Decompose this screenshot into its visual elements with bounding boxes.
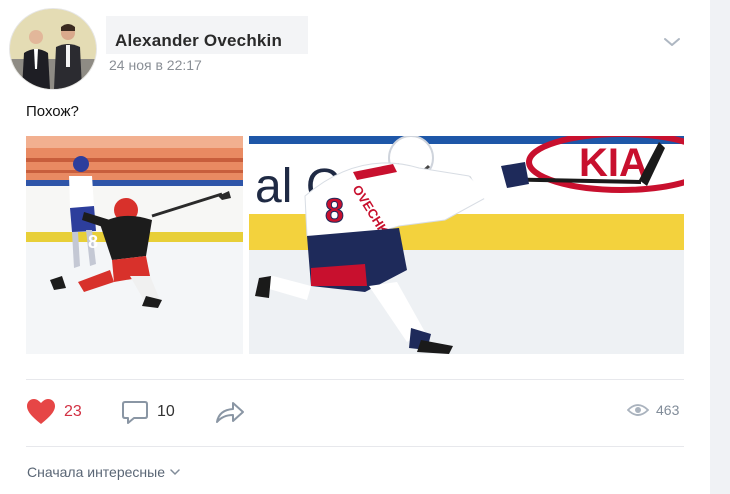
comments-divider <box>26 446 684 447</box>
post-photo-2[interactable]: al C KIA OVECHKIN 8 <box>249 136 684 354</box>
post-date[interactable]: 24 ноя в 22:17 <box>109 57 202 73</box>
page-background-strip <box>710 0 730 494</box>
avatar-image <box>10 9 96 89</box>
photo-2-jersey-number: 8 <box>325 192 344 230</box>
share-icon <box>216 402 244 423</box>
like-button[interactable]: 23 <box>26 398 82 426</box>
author-avatar[interactable] <box>10 9 96 89</box>
share-button[interactable] <box>214 398 246 426</box>
author-name[interactable]: Alexander Ovechkin <box>115 31 282 51</box>
post-photo-1[interactable]: 8 <box>26 136 243 354</box>
heart-icon <box>27 399 55 424</box>
likes-count: 23 <box>64 403 82 420</box>
views-count: 463 <box>656 402 680 418</box>
photo-1-jersey-number: 8 <box>88 232 98 252</box>
comment-button[interactable]: 10 <box>121 398 175 426</box>
post-card: Alexander Ovechkin 24 ноя в 22:17 Похож? <box>0 0 710 494</box>
comments-sort-label: Сначала интересные <box>27 464 165 480</box>
comments-count: 10 <box>157 403 175 420</box>
actions-divider <box>26 379 684 380</box>
photo-2-board-text-right: KIA <box>579 141 648 185</box>
menu-chevron-icon[interactable] <box>660 34 684 50</box>
views-counter: 463 <box>627 402 679 418</box>
comment-icon <box>122 401 148 424</box>
chevron-down-icon <box>170 469 180 476</box>
eye-icon <box>627 404 649 416</box>
comments-sort-dropdown[interactable]: Сначала интересные <box>27 464 180 480</box>
post-text: Похож? <box>26 103 79 120</box>
